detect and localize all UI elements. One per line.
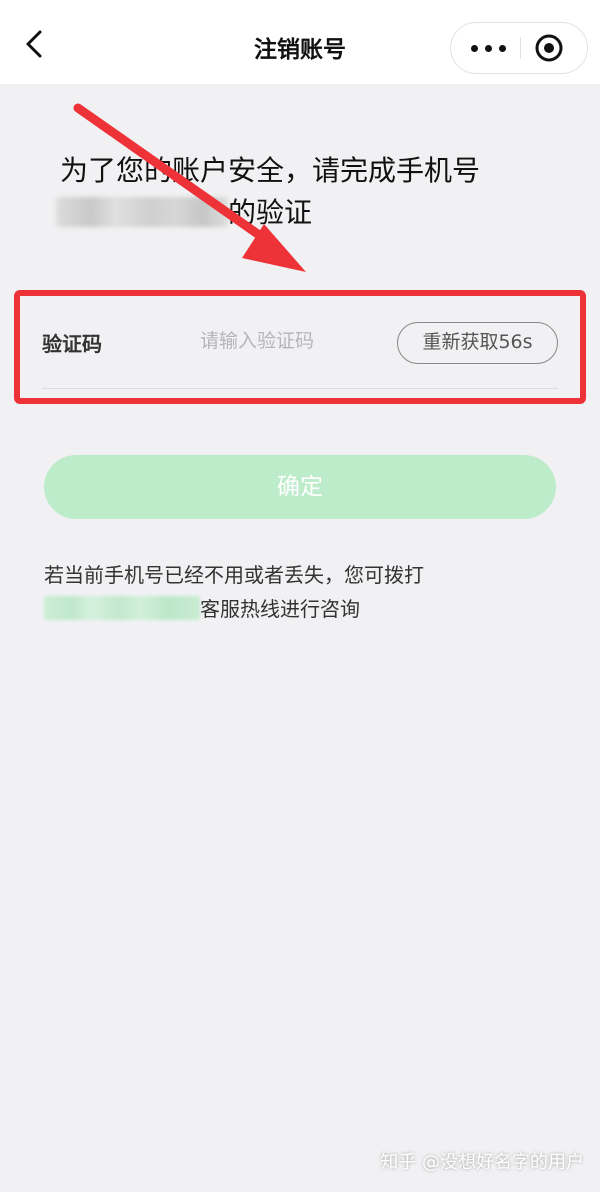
masked-hotline-number — [44, 596, 200, 620]
annotation-highlight-box — [14, 290, 586, 404]
watermark: 知乎 @没想好名字的用户 — [380, 1152, 584, 1173]
annotation-arrow-icon — [73, 103, 306, 272]
help-line-2-suffix: 客服热线进行咨询 — [200, 597, 360, 621]
help-line-1: 若当前手机号已经不用或者丢失，您可拨打 — [44, 563, 424, 587]
confirm-button[interactable]: 确定 — [44, 455, 556, 519]
help-text: 若当前手机号已经不用或者丢失，您可拨打 客服热线进行咨询 — [44, 558, 564, 626]
help-line-2: 客服热线进行咨询 — [44, 592, 564, 626]
